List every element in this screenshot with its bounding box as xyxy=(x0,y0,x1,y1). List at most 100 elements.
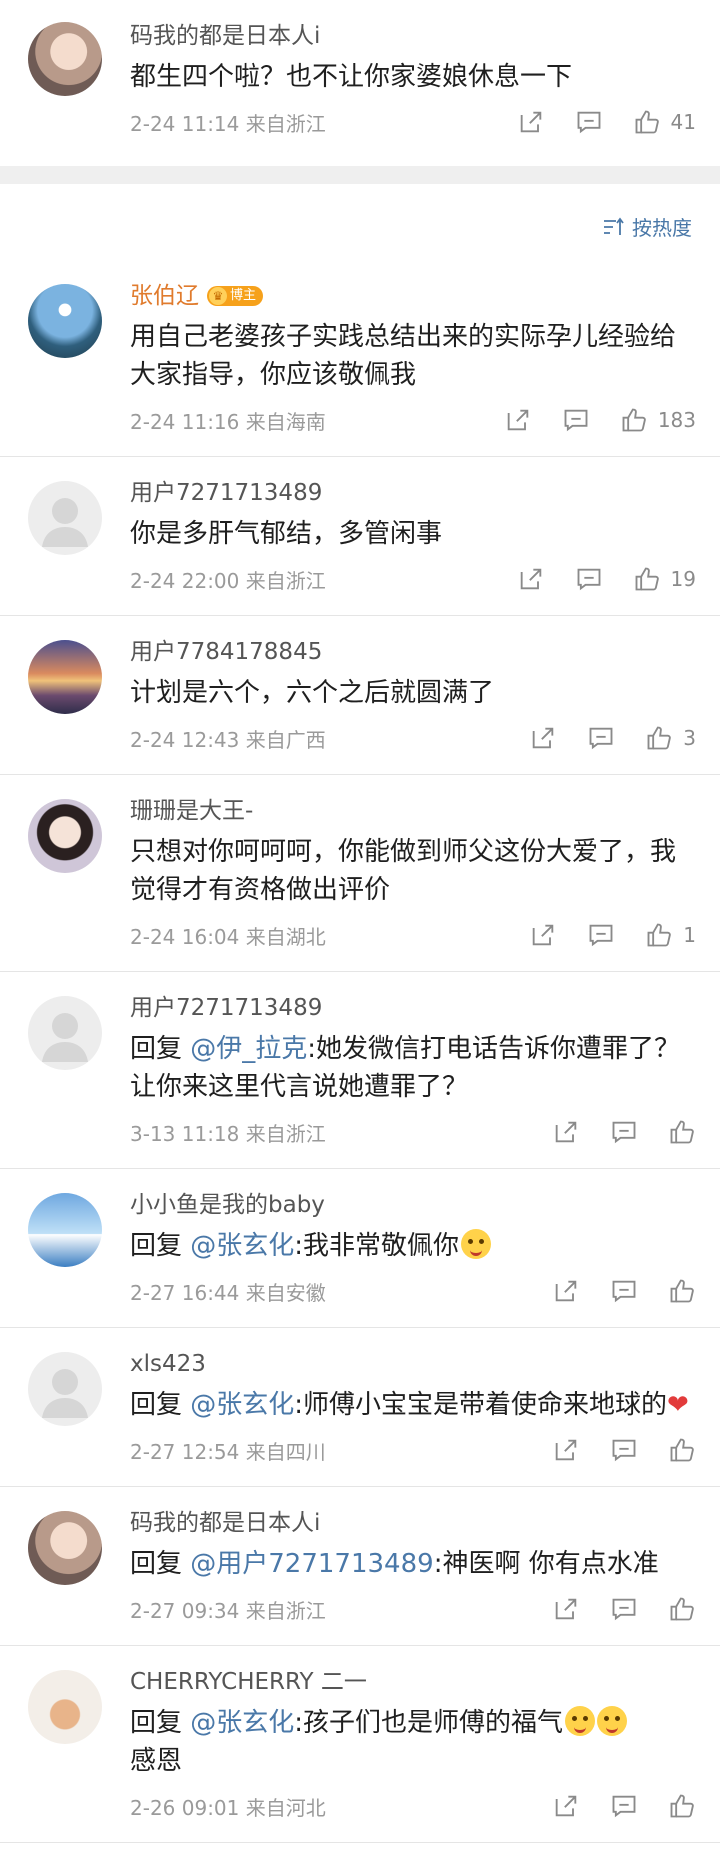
thumbs-up-icon xyxy=(670,1120,694,1144)
comment-author: CHERRYCHERRY 二一 xyxy=(130,1666,696,1698)
like-count: 183 xyxy=(657,408,696,432)
thumbs-up-icon xyxy=(647,923,672,947)
comment-author: 码我的都是日本人i xyxy=(130,1507,696,1539)
share-button[interactable] xyxy=(529,724,557,752)
share-icon xyxy=(555,1439,577,1461)
comment-button[interactable] xyxy=(610,1792,638,1820)
comment-author-name[interactable]: 用户7271713489 xyxy=(130,992,322,1024)
blush-emoji-icon xyxy=(565,1706,596,1736)
comment-author: 小小鱼是我的baby xyxy=(130,1189,696,1221)
comment-body-line2: 感恩 xyxy=(130,1746,183,1776)
default-avatar-icon xyxy=(42,1013,88,1062)
sort-by-heat-button[interactable]: 按热度 xyxy=(602,212,692,241)
sort-icon xyxy=(604,217,624,235)
like-button[interactable]: 1 xyxy=(645,921,696,949)
like-count: 19 xyxy=(670,567,696,591)
comment-item: xls423 回复 @张玄化:师傅小宝宝是带着使命来地球的❤ 2-27 12:5… xyxy=(0,1328,720,1487)
comment-body: 你是多肝气郁结，多管闲事 xyxy=(130,519,443,549)
comment-author: xls423 xyxy=(130,1348,696,1380)
like-button[interactable]: 3 xyxy=(645,724,696,752)
mention-link[interactable]: @伊_拉克 xyxy=(190,1034,307,1064)
share-button[interactable] xyxy=(552,1792,580,1820)
comment-button[interactable] xyxy=(575,108,603,136)
share-button[interactable] xyxy=(552,1436,580,1464)
avatar[interactable] xyxy=(28,640,102,714)
comment-author[interactable]: 码我的都是日本人i xyxy=(130,20,696,52)
like-button[interactable] xyxy=(668,1436,696,1464)
like-button[interactable]: 19 xyxy=(633,565,696,593)
comment-meta: 2-27 09:34 来自浙江 xyxy=(130,1598,326,1623)
share-button[interactable] xyxy=(517,108,545,136)
comment-author-name[interactable]: 小小鱼是我的baby xyxy=(130,1189,325,1221)
heart-emoji-icon: ❤ xyxy=(667,1390,689,1420)
comment-button[interactable] xyxy=(562,406,590,434)
mention-link[interactable]: @张玄化 xyxy=(190,1231,294,1261)
share-button[interactable] xyxy=(517,565,545,593)
comment-meta: 2-24 16:04 来自湖北 xyxy=(130,924,326,949)
share-button[interactable] xyxy=(552,1277,580,1305)
comment-author-name[interactable]: 用户7271713489 xyxy=(130,477,322,509)
avatar[interactable] xyxy=(28,996,102,1070)
like-button[interactable]: 183 xyxy=(620,406,696,434)
avatar[interactable] xyxy=(28,284,102,358)
comment-author-name[interactable]: 用户7784178845 xyxy=(130,636,322,668)
share-button[interactable] xyxy=(504,406,532,434)
like-button[interactable] xyxy=(668,1277,696,1305)
avatar[interactable] xyxy=(28,1193,102,1267)
comment-meta: 2-26 09:01 来自河北 xyxy=(130,1795,326,1820)
avatar[interactable] xyxy=(28,22,102,96)
avatar[interactable] xyxy=(28,1352,102,1426)
comment-text: 回复 @张玄化:孩子们也是师傅的福气感恩 xyxy=(130,1704,696,1780)
share-icon xyxy=(555,1280,577,1302)
mention-link[interactable]: @张玄化 xyxy=(190,1390,294,1420)
comment-body: 只想对你呵呵呵，你能做到师父这份大爱了，我觉得才有资格做出评价 xyxy=(130,837,677,905)
comment-body: :神医啊 你有点水准 xyxy=(433,1549,659,1579)
share-button[interactable] xyxy=(552,1595,580,1623)
comment-icon xyxy=(577,568,600,591)
blogger-badge: ♛ 博主 xyxy=(207,286,264,306)
comment-author-name[interactable]: 码我的都是日本人i xyxy=(130,1507,320,1539)
thumbs-up-icon xyxy=(635,110,659,134)
comment-icon xyxy=(577,111,600,134)
avatar[interactable] xyxy=(28,1511,102,1585)
comment-button[interactable] xyxy=(610,1595,638,1623)
comment-author-name[interactable]: xls423 xyxy=(130,1348,206,1380)
comment-button[interactable] xyxy=(610,1277,638,1305)
comment-text: 你是多肝气郁结，多管闲事 xyxy=(130,515,696,553)
reply-prefix: 回复 xyxy=(130,1708,191,1738)
comment-item: 小小鱼是我的baby 回复 @张玄化:我非常敬佩你 2-27 16:44 来自安… xyxy=(0,1169,720,1328)
comment-item: 用户7271713489 你是多肝气郁结，多管闲事 2-24 22:00 来自浙… xyxy=(0,457,720,616)
comment-author: 用户7271713489 xyxy=(130,992,696,1024)
thumbs-up-icon xyxy=(670,1597,694,1621)
blush-emoji-icon xyxy=(461,1229,492,1259)
section-divider xyxy=(0,166,720,184)
comment-author-name[interactable]: CHERRYCHERRY 二一 xyxy=(130,1666,367,1698)
comment-item: 用户7784178845 计划是六个，六个之后就圆满了 2-24 12:43 来… xyxy=(0,616,720,775)
comment-item: 码我的都是日本人i 回复 @用户7271713489:神医啊 你有点水准 2-2… xyxy=(0,1487,720,1646)
badge-label: 博主 xyxy=(230,288,257,303)
share-button[interactable] xyxy=(529,921,557,949)
like-button[interactable] xyxy=(668,1118,696,1146)
sort-label: 按热度 xyxy=(632,216,692,240)
comment-author-name[interactable]: 张伯辽 xyxy=(130,280,199,312)
comment-button[interactable] xyxy=(575,565,603,593)
avatar[interactable] xyxy=(28,481,102,555)
like-button[interactable] xyxy=(668,1792,696,1820)
avatar[interactable] xyxy=(28,1670,102,1744)
like-button[interactable] xyxy=(668,1595,696,1623)
share-button[interactable] xyxy=(552,1118,580,1146)
comment-body: :孩子们也是师傅的福气 xyxy=(294,1708,564,1738)
comment-button[interactable] xyxy=(610,1118,638,1146)
like-button[interactable]: 41 xyxy=(633,108,696,136)
mention-link[interactable]: @用户7271713489 xyxy=(190,1549,433,1579)
comment-button[interactable] xyxy=(587,921,615,949)
reply-prefix: 回复 xyxy=(130,1231,191,1261)
mention-link[interactable]: @张玄化 xyxy=(190,1708,294,1738)
comment-text: 计划是六个，六个之后就圆满了 xyxy=(130,674,696,712)
reply-prefix: 回复 xyxy=(130,1390,191,1420)
avatar[interactable] xyxy=(28,799,102,873)
comment-button[interactable] xyxy=(610,1436,638,1464)
comment-icon xyxy=(564,409,588,432)
comment-button[interactable] xyxy=(587,724,615,752)
comment-author-name[interactable]: 珊珊是大王- xyxy=(130,795,253,827)
